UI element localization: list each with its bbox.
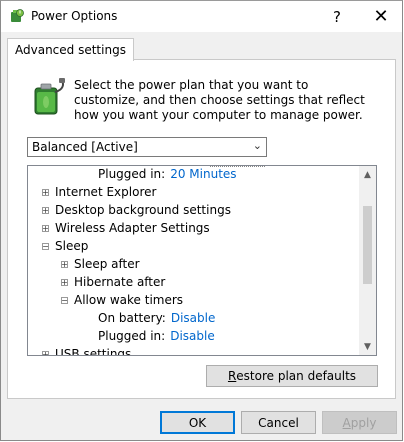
restore-plan-defaults-button[interactable]: Restore plan defaults	[206, 365, 378, 387]
tree-item-plugged-in[interactable]: Plugged in: Disable	[98, 327, 215, 345]
expand-icon[interactable]: +	[42, 350, 49, 355]
tree-item-label: Sleep after	[74, 257, 140, 271]
power-options-icon	[11, 9, 24, 22]
cancel-button[interactable]: Cancel	[241, 411, 316, 434]
tree-item-label: Hibernate after	[74, 275, 166, 289]
tree-item-desktop-background[interactable]: + Desktop background settings	[42, 201, 231, 219]
apply-accelerator: A	[342, 415, 351, 430]
tree-item-plugged-in-top[interactable]: Plugged in: 20 Minutes	[98, 166, 237, 183]
power-plan-select[interactable]: Balanced [Active] ⌄	[27, 137, 267, 157]
scrollbar-thumb[interactable]	[363, 206, 372, 284]
tree-item-label: On battery:	[98, 311, 166, 325]
window-title: Power Options	[31, 9, 118, 23]
close-icon: ✕	[373, 6, 389, 27]
settings-tree[interactable]: Plugged in: 20 Minutes + Internet Explor…	[27, 165, 377, 356]
collapse-icon[interactable]: −	[61, 296, 68, 304]
ok-label: OK	[188, 415, 207, 430]
advanced-settings-panel: Select the power plan that you want to c…	[7, 59, 396, 399]
tree-item-label: Plugged in:	[98, 167, 166, 181]
tree-item-label: Plugged in:	[98, 329, 166, 343]
tab-label: Advanced settings	[15, 43, 126, 57]
help-icon: ?	[333, 7, 341, 26]
expand-icon[interactable]: +	[61, 260, 68, 268]
tree-item-value[interactable]: 20 Minutes	[170, 167, 236, 181]
tree-item-on-battery[interactable]: On battery: Disable	[98, 309, 215, 327]
tree-item-usb-settings[interactable]: + USB settings	[42, 345, 131, 355]
expand-icon[interactable]: +	[61, 278, 68, 286]
power-plan-value: Balanced [Active]	[32, 140, 138, 154]
tree-item-wireless-adapter[interactable]: + Wireless Adapter Settings	[42, 219, 210, 237]
scroll-down-icon[interactable]: ▼	[359, 338, 376, 355]
tree-item-value[interactable]: Disable	[171, 311, 216, 325]
close-button[interactable]: ✕	[363, 1, 399, 32]
tree-item-internet-explorer[interactable]: + Internet Explorer	[42, 183, 156, 201]
tree-item-label: Wireless Adapter Settings	[55, 221, 210, 235]
expand-icon[interactable]: +	[42, 188, 49, 196]
tree-item-sleep-after[interactable]: + Sleep after	[61, 255, 140, 273]
apply-label: pply	[350, 415, 377, 430]
tree-item-label: Sleep	[55, 239, 89, 253]
tree-item-label: Internet Explorer	[55, 185, 157, 199]
tree-item-hibernate-after[interactable]: + Hibernate after	[61, 273, 165, 291]
tree-item-sleep[interactable]: − Sleep	[42, 237, 88, 255]
chevron-down-icon: ⌄	[252, 139, 262, 152]
collapse-icon[interactable]: −	[42, 242, 49, 250]
tab-advanced-settings[interactable]: Advanced settings	[7, 38, 134, 61]
restore-label: estore plan defaults	[236, 369, 357, 383]
tree-item-value[interactable]: Disable	[170, 329, 215, 343]
expand-icon[interactable]: +	[42, 224, 49, 232]
cancel-label: Cancel	[258, 415, 299, 430]
scroll-up-icon[interactable]: ▲	[359, 166, 376, 183]
tree-item-label: Desktop background settings	[55, 203, 231, 217]
vertical-scrollbar[interactable]: ▲ ▼	[359, 166, 376, 355]
plan-description: Select the power plan that you want to c…	[74, 78, 365, 122]
ok-button[interactable]: OK	[160, 411, 235, 434]
expand-icon[interactable]: +	[42, 206, 49, 214]
tree-item-label: Allow wake timers	[74, 293, 184, 307]
apply-button[interactable]: Apply	[322, 411, 397, 434]
restore-accelerator: R	[227, 369, 237, 383]
tree-item-allow-wake-timers[interactable]: − Allow wake timers	[61, 291, 183, 309]
help-button[interactable]: ?	[319, 1, 355, 32]
battery-icon	[34, 78, 65, 115]
title-bar[interactable]: Power Options ? ✕	[1, 1, 402, 32]
tree-item-label: USB settings	[55, 347, 132, 355]
power-options-window: Power Options ? ✕ Advanced settings Sele…	[0, 0, 403, 441]
